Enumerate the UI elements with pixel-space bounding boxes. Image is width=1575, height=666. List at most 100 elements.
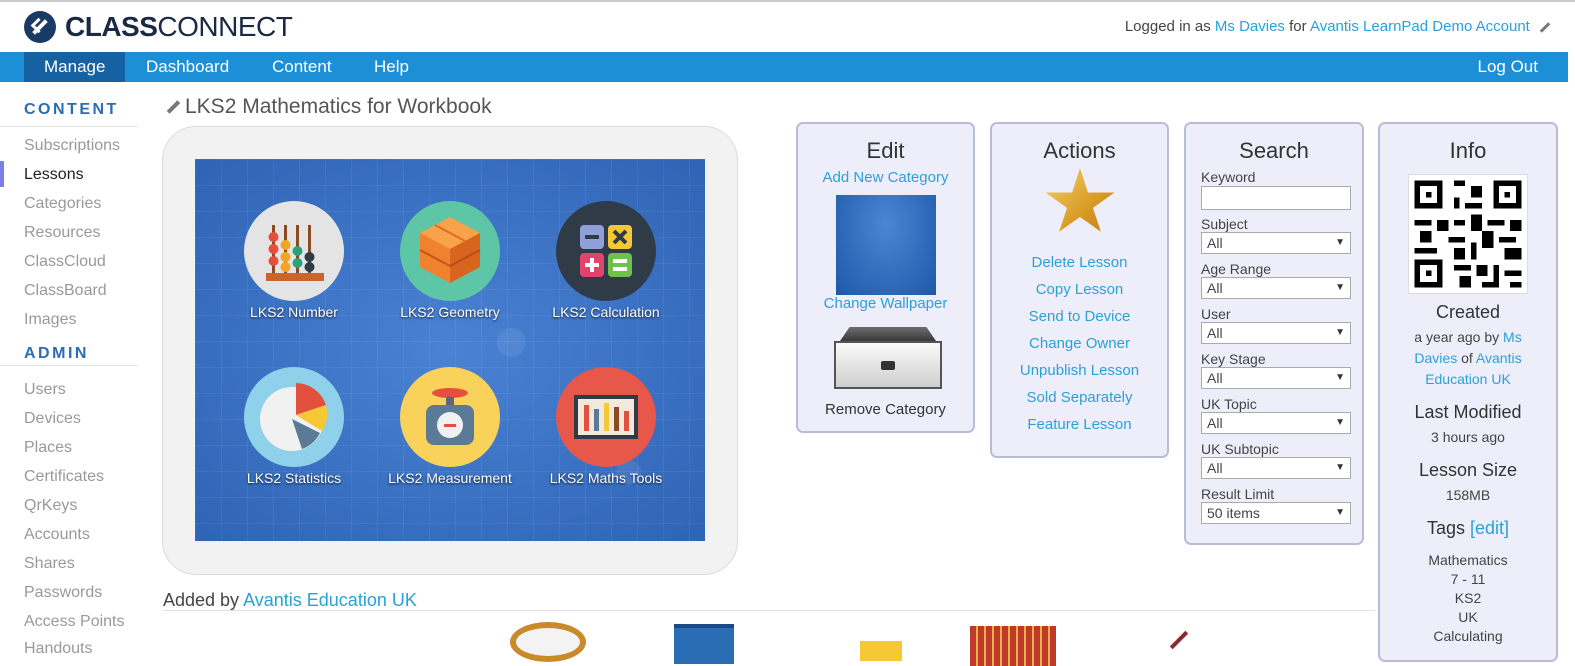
result-limit-select[interactable]: 50 items ▼ [1201, 502, 1351, 524]
tag-item: 7 - 11 [1450, 571, 1486, 587]
app-lks2-number[interactable]: LKS2 Number [219, 201, 369, 320]
edit-tags-link[interactable]: [edit] [1470, 518, 1509, 538]
user-link[interactable]: Ms Davies [1215, 18, 1285, 35]
result-limit-label: Result Limit [1201, 486, 1275, 502]
delete-lesson-link[interactable]: Delete Lesson [992, 254, 1167, 271]
uk-subtopic-select[interactable]: All ▼ [1201, 457, 1351, 479]
sidebar-item-accounts[interactable]: Accounts [24, 526, 90, 544]
sidebar-item-resources[interactable]: Resources [24, 224, 100, 242]
drawer-icon[interactable] [834, 327, 942, 389]
keyword-label: Keyword [1201, 169, 1256, 185]
pen-icon[interactable] [1169, 630, 1189, 650]
edit-account-icon[interactable] [1539, 21, 1551, 33]
tag-item: KS2 [1454, 590, 1482, 606]
sidebar-item-classboard[interactable]: ClassBoard [24, 282, 107, 300]
sidebar-item-users[interactable]: Users [24, 381, 66, 399]
nav-content[interactable]: Content [252, 52, 352, 82]
sidebar-item-devices[interactable]: Devices [24, 410, 81, 428]
uk-topic-label: UK Topic [1201, 396, 1257, 412]
age-range-label: Age Range [1201, 261, 1272, 277]
copy-lesson-link[interactable]: Copy Lesson [992, 281, 1167, 298]
tools-icon [556, 367, 656, 467]
unpublish-lesson-link[interactable]: Unpublish Lesson [992, 362, 1167, 379]
search-panel: Search Keyword Subject All ▼ Age Range Al… [1184, 122, 1364, 545]
clock-icon[interactable] [510, 622, 586, 662]
created-heading: Created [1435, 302, 1501, 322]
app-lks2-geometry[interactable]: LKS2 Geometry [375, 201, 525, 320]
pie-chart-icon [244, 367, 344, 467]
sidebar-item-shares[interactable]: Shares [24, 555, 75, 573]
login-info: Logged in as Ms Davies for Avantis Learn… [1125, 18, 1551, 35]
account-link[interactable]: Avantis LearnPad Demo Account [1310, 18, 1530, 35]
created-details: a year ago by Ms Davies of Avantis Educa… [1380, 327, 1556, 390]
send-to-device-link[interactable]: Send to Device [992, 308, 1167, 325]
feature-star-icon[interactable] [1045, 168, 1115, 232]
sidebar-item-certificates[interactable]: Certificates [24, 468, 104, 486]
subject-select[interactable]: All ▼ [1201, 232, 1351, 254]
sidebar-heading-content: CONTENT [24, 101, 119, 118]
app-lks2-calculation[interactable]: LKS2 Calculation [531, 201, 681, 320]
info-panel-title: Info [1449, 138, 1487, 163]
app-lks2-statistics[interactable]: LKS2 Statistics [219, 367, 369, 486]
sidebar-item-classcloud[interactable]: ClassCloud [24, 253, 106, 271]
folder-icon[interactable] [860, 641, 902, 661]
key-stage-select[interactable]: All ▼ [1201, 367, 1351, 389]
feature-lesson-link[interactable]: Feature Lesson [992, 416, 1167, 433]
sidebar-item-images[interactable]: Images [24, 311, 76, 329]
uk-topic-select[interactable]: All ▼ [1201, 412, 1351, 434]
bookshelf-icon[interactable] [970, 626, 1056, 666]
add-new-category-link[interactable]: Add New Category [798, 169, 973, 186]
classconnect-logo[interactable]: CLASSCONNECT [24, 10, 293, 44]
qr-code-icon[interactable] [1408, 174, 1528, 294]
dropdown-arrow-icon: ▼ [1335, 372, 1345, 383]
section-divider [163, 610, 1375, 611]
nav-dashboard[interactable]: Dashboard [126, 52, 249, 82]
keyword-input[interactable] [1201, 186, 1351, 210]
sidebar-item-handouts[interactable]: Handouts [24, 640, 93, 658]
app-lks2-measurement[interactable]: LKS2 Measurement [375, 367, 525, 486]
sidebar-item-access-points[interactable]: Access Points [24, 613, 124, 631]
user-label: User [1201, 306, 1231, 322]
edit-panel: Edit Add New Category Change Wallpaper R… [796, 122, 975, 433]
lesson-title[interactable]: LKS2 Mathematics for Workbook [185, 95, 492, 118]
sidebar-item-qrkeys[interactable]: QrKeys [24, 497, 77, 515]
nav-help[interactable]: Help [354, 52, 429, 82]
added-by-link[interactable]: Avantis Education UK [243, 590, 417, 610]
remove-category-label[interactable]: Remove Category [798, 401, 973, 418]
dropdown-arrow-icon: ▼ [1335, 282, 1345, 293]
sidebar-item-passwords[interactable]: Passwords [24, 584, 102, 602]
lesson-preview-screen: LKS2 Number LKS2 Geometry LKS2 Calculati… [195, 159, 705, 541]
sidebar-item-lessons[interactable]: Lessons [24, 166, 84, 184]
user-select[interactable]: All ▼ [1201, 322, 1351, 344]
actions-panel: Actions Delete Lesson Copy Lesson Send t… [990, 122, 1169, 458]
sold-separately-link[interactable]: Sold Separately [992, 389, 1167, 406]
app-lks2-maths-tools[interactable]: LKS2 Maths Tools [531, 367, 681, 486]
nav-logout[interactable]: Log Out [1458, 52, 1559, 82]
lesson-size-value: 158MB [1445, 487, 1491, 503]
app-label: LKS2 Measurement [388, 470, 512, 486]
sidebar-heading-admin: ADMIN [24, 345, 89, 362]
edit-title-icon[interactable] [166, 100, 181, 115]
app-label: LKS2 Maths Tools [549, 470, 663, 486]
wallpaper-thumbnail[interactable] [836, 195, 936, 295]
last-modified-value: 3 hours ago [1431, 429, 1505, 445]
sidebar-item-categories[interactable]: Categories [24, 195, 101, 213]
book-icon[interactable] [674, 624, 734, 664]
for-label: for [1289, 18, 1307, 35]
change-wallpaper-link[interactable]: Change Wallpaper [798, 295, 973, 312]
app-label: LKS2 Calculation [552, 304, 660, 320]
tag-item: UK [1458, 609, 1478, 625]
change-owner-link[interactable]: Change Owner [992, 335, 1167, 352]
added-by-label: Added by [163, 590, 240, 610]
active-item-marker [0, 161, 4, 187]
dropdown-arrow-icon: ▼ [1335, 327, 1345, 338]
dropdown-arrow-icon: ▼ [1335, 507, 1345, 518]
info-panel: Info Created a year ago by Ms Davies of … [1378, 122, 1558, 662]
sidebar-divider [0, 126, 138, 127]
subject-label: Subject [1201, 216, 1248, 232]
app-label: LKS2 Geometry [400, 304, 500, 320]
sidebar-item-subscriptions[interactable]: Subscriptions [24, 137, 120, 155]
age-range-select[interactable]: All ▼ [1201, 277, 1351, 299]
sidebar-item-places[interactable]: Places [24, 439, 72, 457]
nav-manage[interactable]: Manage [24, 52, 126, 82]
